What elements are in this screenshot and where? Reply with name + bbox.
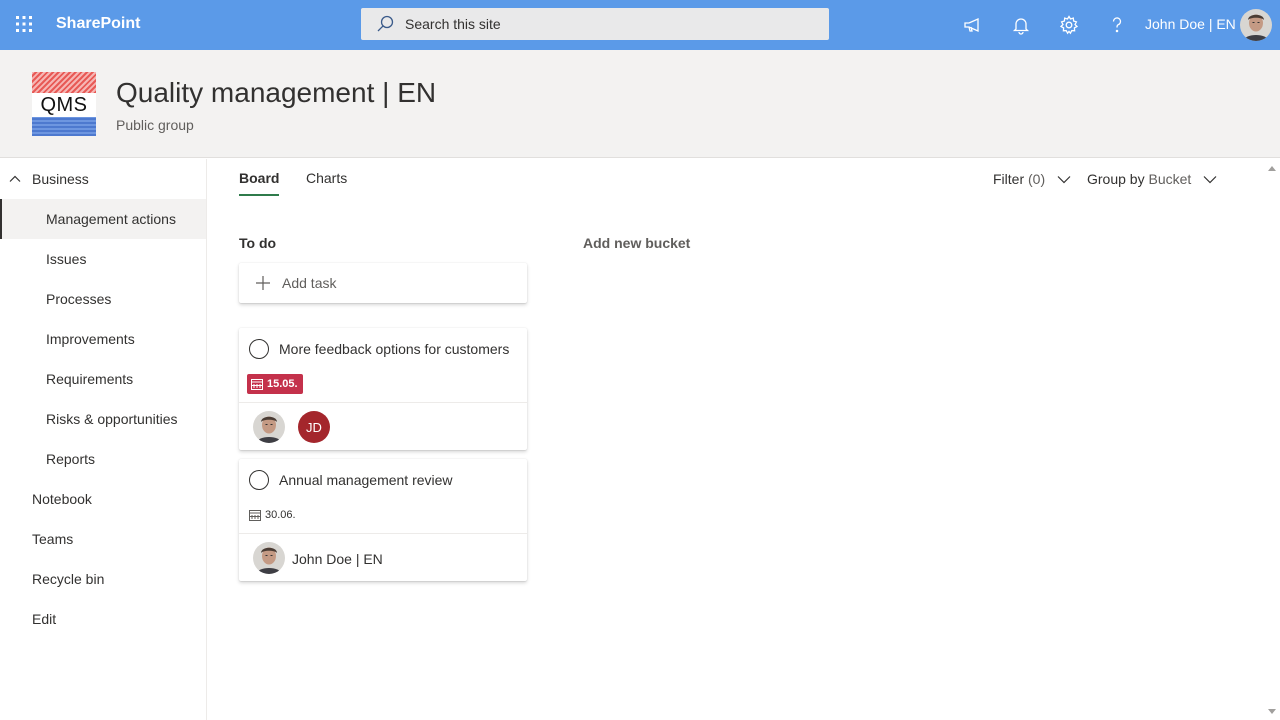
nav-item-improvements[interactable]: Improvements bbox=[0, 319, 206, 359]
nav-item-label: Improvements bbox=[46, 331, 135, 347]
filter-button[interactable]: Filter (0) bbox=[993, 171, 1071, 187]
nav-item-requirements[interactable]: Requirements bbox=[0, 359, 206, 399]
avatar[interactable] bbox=[1240, 9, 1272, 41]
megaphone-icon[interactable] bbox=[961, 13, 985, 37]
nav-item-notebook[interactable]: Notebook bbox=[0, 479, 206, 519]
site-logo[interactable]: QMS bbox=[32, 72, 96, 136]
calendar-icon bbox=[249, 509, 261, 521]
add-new-bucket-button[interactable]: Add new bucket bbox=[583, 235, 690, 251]
add-task-label: Add task bbox=[282, 275, 337, 291]
nav-item-edit[interactable]: Edit bbox=[0, 599, 206, 639]
assignee-avatar[interactable] bbox=[253, 411, 285, 443]
scroll-down-icon[interactable] bbox=[1267, 708, 1277, 716]
assignee-initials-avatar[interactable]: JD bbox=[298, 411, 330, 443]
scroll-up-icon[interactable] bbox=[1267, 164, 1277, 172]
nav-item-label: Risks & opportunities bbox=[46, 411, 178, 427]
filter-label: Filter bbox=[993, 171, 1025, 187]
tab-board[interactable]: Board bbox=[239, 170, 279, 186]
help-icon[interactable] bbox=[1105, 13, 1129, 37]
nav-item-recycle-bin[interactable]: Recycle bin bbox=[0, 559, 206, 599]
site-logo-text: QMS bbox=[32, 93, 96, 117]
gear-icon[interactable] bbox=[1057, 13, 1081, 37]
site-title[interactable]: Quality management | EN bbox=[116, 77, 436, 109]
nav-item-teams[interactable]: Teams bbox=[0, 519, 206, 559]
nav-item-issues[interactable]: Issues bbox=[0, 239, 206, 279]
bell-icon[interactable] bbox=[1009, 13, 1033, 37]
chevron-up-icon[interactable] bbox=[9, 173, 21, 185]
divider bbox=[239, 402, 527, 403]
add-task-button[interactable]: Add task bbox=[239, 263, 527, 303]
task-title: Annual management review bbox=[279, 472, 453, 488]
nav-item-risks-opportunities[interactable]: Risks & opportunities bbox=[0, 399, 206, 439]
nav-item-label: Edit bbox=[32, 611, 57, 627]
search-icon bbox=[375, 14, 395, 34]
nav-item-label: Management actions bbox=[46, 211, 176, 227]
nav-item-label: Processes bbox=[46, 291, 112, 307]
group-by-button[interactable]: Group by Bucket bbox=[1087, 171, 1217, 187]
nav-item-label: Issues bbox=[46, 251, 87, 267]
tab-board-underline bbox=[239, 194, 279, 196]
assignee-name: John Doe | EN bbox=[292, 551, 383, 567]
due-date-badge: 15.05. bbox=[247, 374, 303, 394]
app-launcher-icon[interactable] bbox=[10, 10, 38, 38]
left-navigation: Business Management actions Issues Proce… bbox=[0, 159, 207, 720]
task-title: More feedback options for customers bbox=[279, 341, 510, 357]
search-box[interactable]: Search this site bbox=[361, 8, 829, 40]
tab-charts[interactable]: Charts bbox=[306, 170, 347, 186]
suite-bar: SharePoint Search this site John Doe | E… bbox=[0, 0, 1280, 50]
nav-item-label: Business bbox=[32, 171, 89, 187]
filter-count: (0) bbox=[1028, 171, 1046, 187]
nav-item-reports[interactable]: Reports bbox=[0, 439, 206, 479]
due-date-badge: 30.06. bbox=[249, 505, 296, 525]
nav-item-processes[interactable]: Processes bbox=[0, 279, 206, 319]
complete-task-checkbox[interactable] bbox=[249, 470, 269, 490]
nav-item-label: Reports bbox=[46, 451, 96, 467]
nav-item-label: Notebook bbox=[32, 491, 92, 507]
task-title-row[interactable]: More feedback options for customers bbox=[249, 339, 509, 359]
group-by-label: Group by bbox=[1087, 171, 1145, 187]
chevron-down-icon bbox=[1057, 172, 1071, 186]
task-card[interactable]: Annual management review 30.06. John Doe… bbox=[239, 459, 527, 581]
calendar-icon bbox=[251, 378, 263, 390]
search-placeholder: Search this site bbox=[405, 16, 501, 32]
nav-item-label: Teams bbox=[32, 531, 74, 547]
site-subtitle: Public group bbox=[116, 117, 194, 133]
sharepoint-brand-link[interactable]: SharePoint bbox=[56, 15, 140, 33]
due-date-text: 15.05. bbox=[267, 378, 298, 390]
assignee-avatar[interactable] bbox=[253, 542, 285, 574]
task-title-row[interactable]: Annual management review bbox=[249, 470, 453, 490]
chevron-down-icon bbox=[1203, 172, 1217, 186]
task-card[interactable]: More feedback options for customers 15.0… bbox=[239, 328, 527, 450]
complete-task-checkbox[interactable] bbox=[249, 339, 269, 359]
scrollbar[interactable] bbox=[1264, 159, 1280, 720]
due-date-text: 30.06. bbox=[265, 509, 296, 521]
nav-item-label: Recycle bin bbox=[32, 571, 105, 587]
account-name[interactable]: John Doe | EN bbox=[1145, 16, 1236, 32]
group-by-value: Bucket bbox=[1148, 171, 1192, 187]
nav-item-label: Requirements bbox=[46, 371, 134, 387]
bucket-title[interactable]: To do bbox=[239, 235, 276, 251]
divider bbox=[239, 533, 527, 534]
nav-item-business[interactable]: Business bbox=[0, 159, 206, 199]
nav-item-management-actions[interactable]: Management actions bbox=[0, 199, 206, 239]
plus-icon bbox=[255, 275, 271, 291]
